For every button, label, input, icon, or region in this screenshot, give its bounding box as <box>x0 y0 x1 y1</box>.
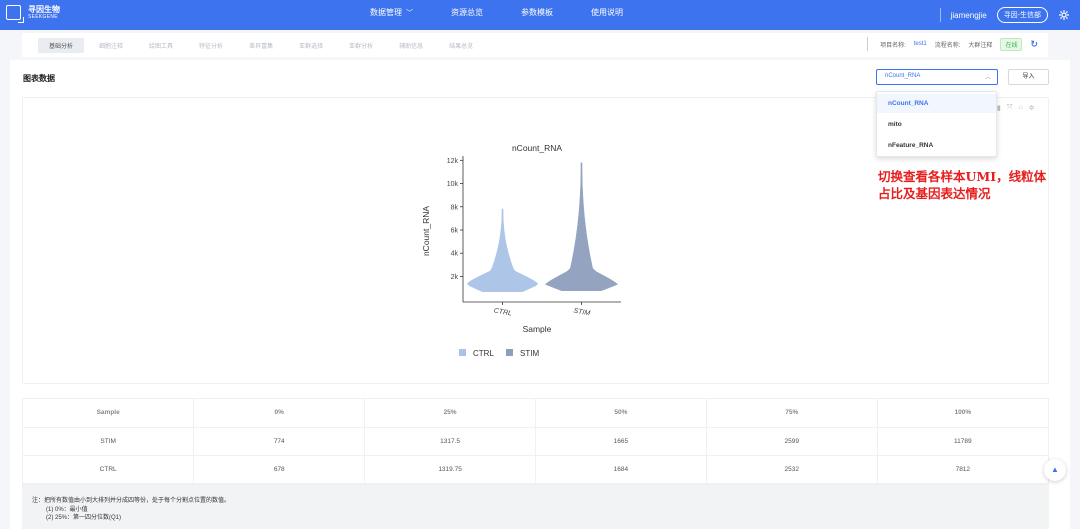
table-cell: 2599 <box>706 427 878 456</box>
table-cell: CTRL <box>23 455 195 484</box>
quantile-table: Sample 0% 25% 50% 75% 100% STIM 774 1317… <box>22 398 1049 485</box>
logo-name-en: SEEKGENE <box>28 13 58 20</box>
nav-item-templates[interactable]: 参数模板 <box>521 0 553 30</box>
table-cell: 1684 <box>535 455 707 484</box>
y-tick-label: 8k <box>451 204 459 211</box>
dropdown-option-ncount-rna[interactable]: nCount_RNA <box>877 94 996 113</box>
y-axis-label: nCount_RNA <box>421 206 431 256</box>
tab-auxiliary-info[interactable]: 辅助信息 <box>388 38 434 53</box>
legend-swatch <box>506 349 513 356</box>
workflow-name: 大群注释 <box>968 42 993 49</box>
workflow-label: 流程名称: <box>934 42 961 49</box>
project-name[interactable]: test1 <box>914 41 927 47</box>
table-cell: 7812 <box>877 455 1048 484</box>
project-label: 项目名称: <box>880 42 906 49</box>
table-cell: 1665 <box>535 427 707 456</box>
scroll-to-top-button[interactable]: ▲ <box>1044 459 1066 481</box>
x-tick-label: CTRL <box>493 307 512 317</box>
legend-label: STIM <box>520 349 539 358</box>
column-header: 0% <box>193 399 366 428</box>
note-line-3: (2) 25%：第一四分位数(Q1) <box>46 515 122 521</box>
logo[interactable]: 寻因生物 SEEKGENE <box>6 4 60 23</box>
divider <box>867 37 869 51</box>
import-button[interactable]: 导入 <box>1008 69 1049 85</box>
tab-subcluster-analysis[interactable]: 亚群分析 <box>338 38 384 53</box>
note-line-2: (1) 0%：最小值 <box>46 506 88 513</box>
table-cell: 774 <box>193 427 366 456</box>
logo-icon <box>6 5 24 23</box>
metric-select[interactable]: nCount_RNA ︿ <box>876 69 998 85</box>
dropdown-option-mito[interactable]: mito <box>877 115 996 134</box>
y-tick-label: 6k <box>451 228 459 235</box>
chevron-up-icon: ︿ <box>984 75 991 81</box>
y-tick-label: 10k <box>447 181 459 188</box>
table-row: CTRL 678 1319.75 1684 2532 7812 <box>23 455 1048 484</box>
violin-ctrl <box>466 208 539 293</box>
y-tick-label: 12k <box>447 158 459 165</box>
tab-results-overview[interactable]: 结果总览 <box>438 38 484 53</box>
annotation-line-1: 切换查看各样本UMI，线粒体 <box>878 169 1047 184</box>
x-axis-label: Sample <box>523 324 552 334</box>
metric-select-value: nCount_RNA <box>885 73 921 79</box>
refresh-icon[interactable]: ↻ <box>1030 39 1038 50</box>
nav-item-label: 参数模板 <box>521 8 553 17</box>
violin-stim <box>544 162 619 291</box>
analysis-tabs: 基础分析 细胞注释 绘图工具 特征分析 差异富集 亚群选择 亚群分析 辅助信息 … <box>38 38 484 53</box>
quantile-note: 注：把所有数值由小到大排列并分成四等份，处于每个分割点位置的数值。 (1) 0%… <box>22 485 1049 529</box>
legend-swatch <box>459 349 466 356</box>
tab-feature-analysis[interactable]: 特征分析 <box>188 38 234 53</box>
y-tick-label: 2k <box>451 274 459 281</box>
divider <box>939 8 941 22</box>
column-header: 50% <box>535 399 707 428</box>
top-nav: 寻因生物 SEEKGENE 数据管理 ﹀ 资源总览 参数模板 使用说明 jiame… <box>0 0 1080 30</box>
table-cell: 1319.75 <box>364 455 536 484</box>
nav-item-resources[interactable]: 资源总览 <box>451 0 483 30</box>
nav-item-label: 使用说明 <box>591 8 623 17</box>
analysis-toolbar: 基础分析 细胞注释 绘图工具 特征分析 差异富集 亚群选择 亚群分析 辅助信息 … <box>22 33 1048 57</box>
dropdown-option-nfeature-rna[interactable]: nFeature_RNA <box>877 136 996 155</box>
y-tick-label: 4k <box>451 251 459 258</box>
tab-subcluster-select[interactable]: 亚群选择 <box>288 38 334 53</box>
table-row: STIM 774 1317.5 1665 2599 11789 <box>23 427 1048 456</box>
nav-item-data-management[interactable]: 数据管理 ﹀ <box>370 0 413 30</box>
tab-basic-analysis[interactable]: 基础分析 <box>38 38 85 53</box>
project-info: 项目名称: test1 流程名称: 大群注释 在线 ↻ <box>867 37 1038 51</box>
table-cell: 11789 <box>877 427 1048 456</box>
main-menu: 数据管理 ﹀ 资源总览 参数模板 使用说明 <box>370 0 661 30</box>
metric-dropdown: nCount_RNA mito nFeature_RNA <box>876 91 997 157</box>
nav-item-label: 资源总览 <box>451 8 483 17</box>
table-cell: 1317.5 <box>364 427 536 456</box>
table-cell: STIM <box>23 427 195 456</box>
legend-label: CTRL <box>473 349 494 358</box>
column-header: Sample <box>23 399 195 428</box>
panel-title: 图表数据 <box>23 74 55 83</box>
chevron-down-icon: ﹀ <box>406 10 413 17</box>
annotation-callout: 切换查看各样本UMI，线粒体 占比及基因表达情况 <box>878 168 1046 202</box>
annotation-line-2: 占比及基因表达情况 <box>878 186 991 201</box>
column-header: 75% <box>706 399 878 428</box>
chart-title: nCount_RNA <box>512 143 562 153</box>
note-line-1: 注：把所有数值由小到大排列并分成四等份，处于每个分割点位置的数值。 <box>32 498 231 504</box>
tab-differential-enrichment[interactable]: 差异富集 <box>238 38 284 53</box>
caret-up-icon: ▲ <box>1051 465 1059 474</box>
chart-panel: 图表数据 nCount_RNA ︿ 导入 ▮ ⤧ ⌂ ✲ nCount_RNA … <box>10 60 1070 529</box>
gear-icon[interactable] <box>1058 9 1070 21</box>
column-header: 25% <box>364 399 536 428</box>
column-header: 100% <box>877 399 1048 428</box>
company-badge[interactable]: 寻因-生信部 <box>996 7 1048 23</box>
nav-item-label: 数据管理 <box>370 8 402 17</box>
nav-right: jiamengjie 寻因-生信部 <box>939 0 1070 30</box>
user-name[interactable]: jiamengjie <box>951 11 987 20</box>
tab-plot-tools[interactable]: 绘图工具 <box>138 38 184 53</box>
table-header-row: Sample 0% 25% 50% 75% 100% <box>23 399 1048 428</box>
status-badge: 在线 <box>1000 37 1023 51</box>
tab-cell-annotation[interactable]: 细胞注释 <box>88 38 134 53</box>
table-cell: 2532 <box>706 455 878 484</box>
nav-item-help[interactable]: 使用说明 <box>591 0 623 30</box>
logo-name-cn: 寻因生物 <box>28 4 60 14</box>
x-tick-label: STIM <box>573 308 591 318</box>
table-cell: 678 <box>193 455 366 484</box>
